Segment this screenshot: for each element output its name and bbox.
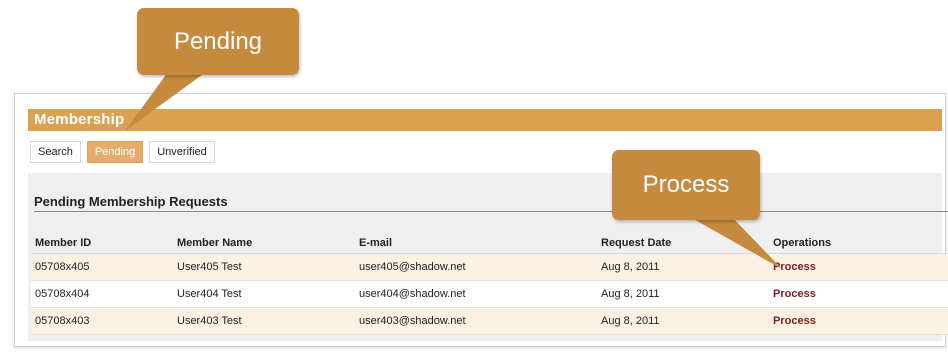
pending-callout-pointer <box>125 72 206 131</box>
pending-callout: Pending <box>137 8 299 75</box>
process-callout-pointer <box>690 217 782 269</box>
process-callout: Process <box>612 150 760 220</box>
